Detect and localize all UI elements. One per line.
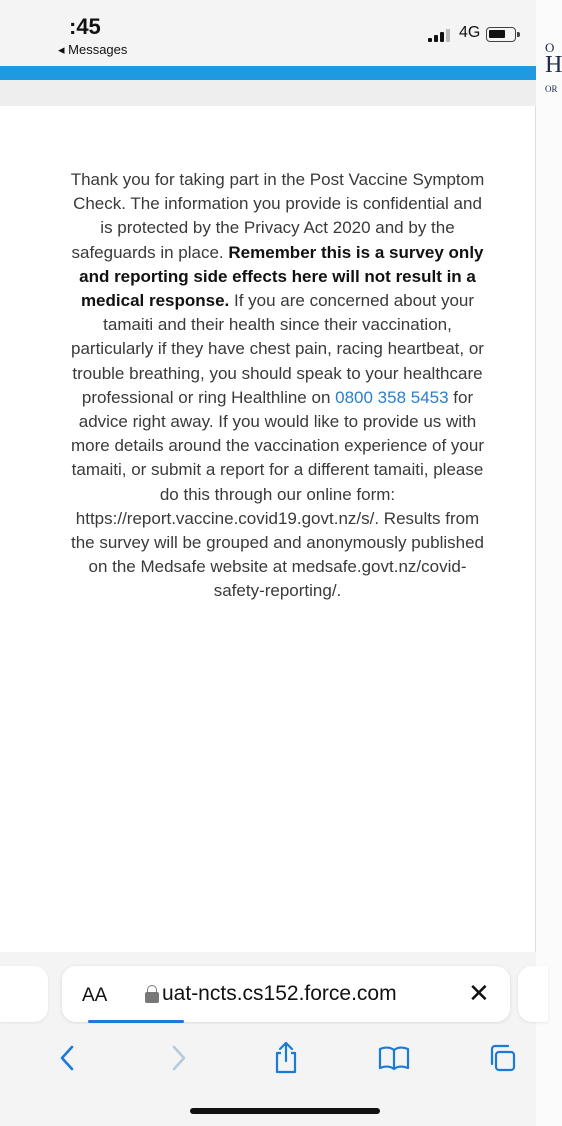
survey-info-text: Thank you for taking part in the Post Va… — [70, 168, 485, 604]
back-to-messages-link[interactable]: ◂ Messages — [58, 42, 127, 58]
right-side-panel — [536, 0, 562, 1126]
screen: 1 9 8 :45 ◂ Messages 4G O H OR Thank you… — [0, 0, 562, 1126]
signal-icon — [428, 28, 450, 42]
back-button[interactable] — [46, 1036, 90, 1080]
share-icon — [275, 1041, 297, 1074]
healthline-phone-link[interactable]: 0800 358 5453 — [335, 388, 448, 407]
status-bar: :45 ◂ Messages 4G — [0, 0, 536, 66]
home-indicator[interactable] — [190, 1108, 380, 1114]
previous-tab-edge[interactable] — [0, 966, 48, 1022]
bookmarks-button[interactable] — [372, 1036, 416, 1080]
back-icon — [60, 1045, 74, 1071]
network-type: 4G — [459, 24, 481, 41]
url-text[interactable]: uat-ncts.cs152.force.com — [162, 982, 397, 1006]
battery-icon — [486, 27, 520, 42]
bookmarks-icon — [378, 1046, 410, 1071]
share-button[interactable] — [264, 1036, 308, 1080]
close-icon[interactable]: ✕ — [468, 979, 490, 1009]
tabs-button[interactable] — [480, 1036, 524, 1080]
page-header-strip — [0, 66, 536, 80]
next-tab-edge[interactable] — [518, 966, 548, 1022]
forward-button[interactable] — [156, 1036, 200, 1080]
lock-icon — [145, 985, 159, 1003]
side-logo-fragment: OR — [545, 84, 558, 94]
body-text: for advice right away. If you would like… — [71, 387, 484, 601]
forward-icon — [172, 1045, 186, 1071]
tabs-icon — [490, 1044, 516, 1072]
page-load-progress — [88, 1020, 184, 1023]
reader-options-button[interactable]: AA — [82, 985, 107, 1007]
status-time: :45 — [69, 14, 101, 39]
side-logo-fragment: H — [545, 52, 562, 78]
